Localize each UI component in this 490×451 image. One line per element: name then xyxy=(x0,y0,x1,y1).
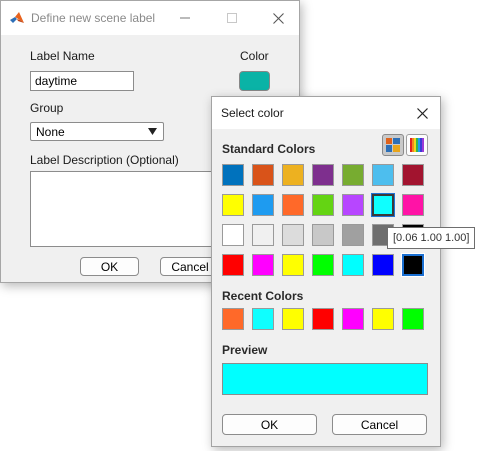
standard-color-swatch[interactable] xyxy=(282,164,304,186)
standard-color-swatch[interactable] xyxy=(222,254,244,276)
standard-color-swatch[interactable] xyxy=(252,224,274,246)
recent-color-swatch[interactable] xyxy=(222,308,244,330)
standard-color-swatch[interactable] xyxy=(312,164,334,186)
color-dialog-close-button[interactable] xyxy=(414,105,430,121)
custom-color-mode-button[interactable] xyxy=(406,134,428,156)
close-icon xyxy=(416,107,428,119)
recent-color-swatch[interactable] xyxy=(372,308,394,330)
minimize-icon xyxy=(180,17,190,19)
color-cancel-button[interactable]: Cancel xyxy=(332,414,427,435)
standard-color-swatch[interactable] xyxy=(372,164,394,186)
minimize-button[interactable] xyxy=(174,7,196,29)
standard-color-swatch[interactable] xyxy=(312,224,334,246)
recent-colors-heading: Recent Colors xyxy=(222,289,304,303)
recent-color-swatch[interactable] xyxy=(312,308,334,330)
standard-color-swatch[interactable] xyxy=(342,164,364,186)
recent-color-swatch[interactable] xyxy=(342,308,364,330)
group-label: Group xyxy=(30,101,64,115)
recent-color-swatch[interactable] xyxy=(402,308,424,330)
preview-heading: Preview xyxy=(222,343,268,357)
standard-color-swatch[interactable] xyxy=(402,164,424,186)
group-dropdown-value: None xyxy=(36,125,65,139)
color-preview xyxy=(222,363,428,395)
standard-color-swatch[interactable] xyxy=(342,194,364,216)
standard-color-swatch[interactable] xyxy=(252,194,274,216)
standard-color-swatch[interactable] xyxy=(312,194,334,216)
standard-color-swatch[interactable] xyxy=(371,193,395,217)
standard-color-swatch[interactable] xyxy=(401,253,425,277)
color-spectrum-icon xyxy=(410,138,424,152)
standard-color-swatch[interactable] xyxy=(222,164,244,186)
maximize-button[interactable] xyxy=(221,7,243,29)
standard-color-swatch[interactable] xyxy=(282,254,304,276)
standard-color-swatch[interactable] xyxy=(372,254,394,276)
standard-color-swatch[interactable] xyxy=(282,194,304,216)
standard-color-swatch[interactable] xyxy=(222,194,244,216)
ok-button[interactable]: OK xyxy=(80,257,139,276)
color-ok-button[interactable]: OK xyxy=(222,414,317,435)
standard-colors-heading: Standard Colors xyxy=(222,142,316,156)
color-value-tooltip: [0.06 1.00 1.00] xyxy=(387,227,476,249)
group-dropdown[interactable]: None xyxy=(30,122,164,141)
standard-color-swatch[interactable] xyxy=(402,194,424,216)
label-color-button[interactable] xyxy=(239,71,270,91)
select-color-dialog: Select color Standard Colors Recent Colo… xyxy=(211,96,441,447)
recent-color-swatch[interactable] xyxy=(282,308,304,330)
standard-color-swatch[interactable] xyxy=(312,254,334,276)
color-dialog-title: Select color xyxy=(221,106,284,120)
standard-color-swatch[interactable] xyxy=(342,224,364,246)
palette-grid-icon xyxy=(386,138,400,152)
label-name-input[interactable] xyxy=(30,71,134,91)
standard-color-swatch[interactable] xyxy=(282,224,304,246)
description-textarea[interactable] xyxy=(30,171,230,247)
maximize-icon xyxy=(227,13,237,23)
color-label: Color xyxy=(240,49,269,63)
standard-palette-mode-button[interactable] xyxy=(382,134,404,156)
label-name-label: Label Name xyxy=(30,49,95,63)
recent-color-swatch[interactable] xyxy=(252,308,274,330)
description-label: Label Description (Optional) xyxy=(30,153,179,167)
window-title: Define new scene label xyxy=(31,11,156,25)
standard-color-swatch[interactable] xyxy=(222,224,244,246)
standard-color-swatch[interactable] xyxy=(252,254,274,276)
window-close-button[interactable] xyxy=(267,7,289,29)
caret-down-icon xyxy=(148,128,157,135)
close-icon xyxy=(272,12,284,24)
title-bar[interactable]: Define new scene label xyxy=(1,1,299,35)
standard-color-swatch[interactable] xyxy=(342,254,364,276)
matlab-logo-icon xyxy=(10,12,24,23)
color-dialog-title-bar[interactable]: Select color xyxy=(212,97,440,129)
standard-color-swatch[interactable] xyxy=(252,164,274,186)
